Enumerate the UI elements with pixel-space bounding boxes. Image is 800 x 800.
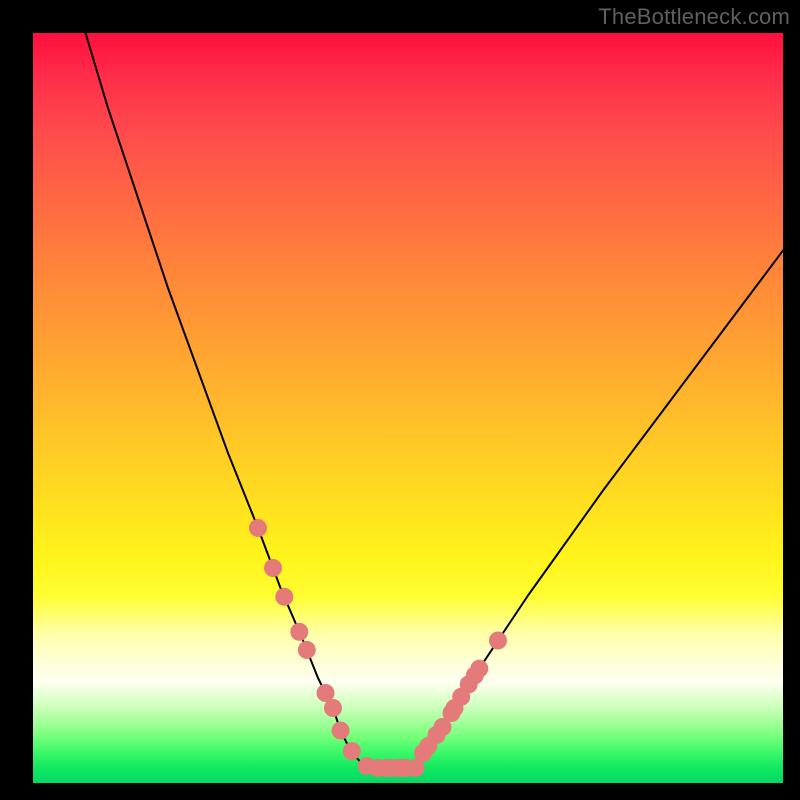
bead-marker <box>489 632 507 650</box>
curve-path-group <box>86 33 784 768</box>
bottleneck-curve <box>86 33 784 768</box>
watermark-text: TheBottleneck.com <box>598 4 790 30</box>
plot-area <box>33 33 783 783</box>
bead-marker <box>470 660 488 678</box>
bead-marker <box>343 742 361 760</box>
chart-frame: TheBottleneck.com <box>0 0 800 800</box>
curve-svg <box>33 33 783 783</box>
bead-marker <box>332 722 350 740</box>
bead-marker <box>290 623 308 641</box>
bead-marker <box>249 519 267 537</box>
bead-marker <box>324 699 342 717</box>
bead-marker <box>264 559 282 577</box>
bead-marker-group <box>249 519 507 777</box>
bead-marker <box>298 641 316 659</box>
bead-marker <box>275 588 293 606</box>
